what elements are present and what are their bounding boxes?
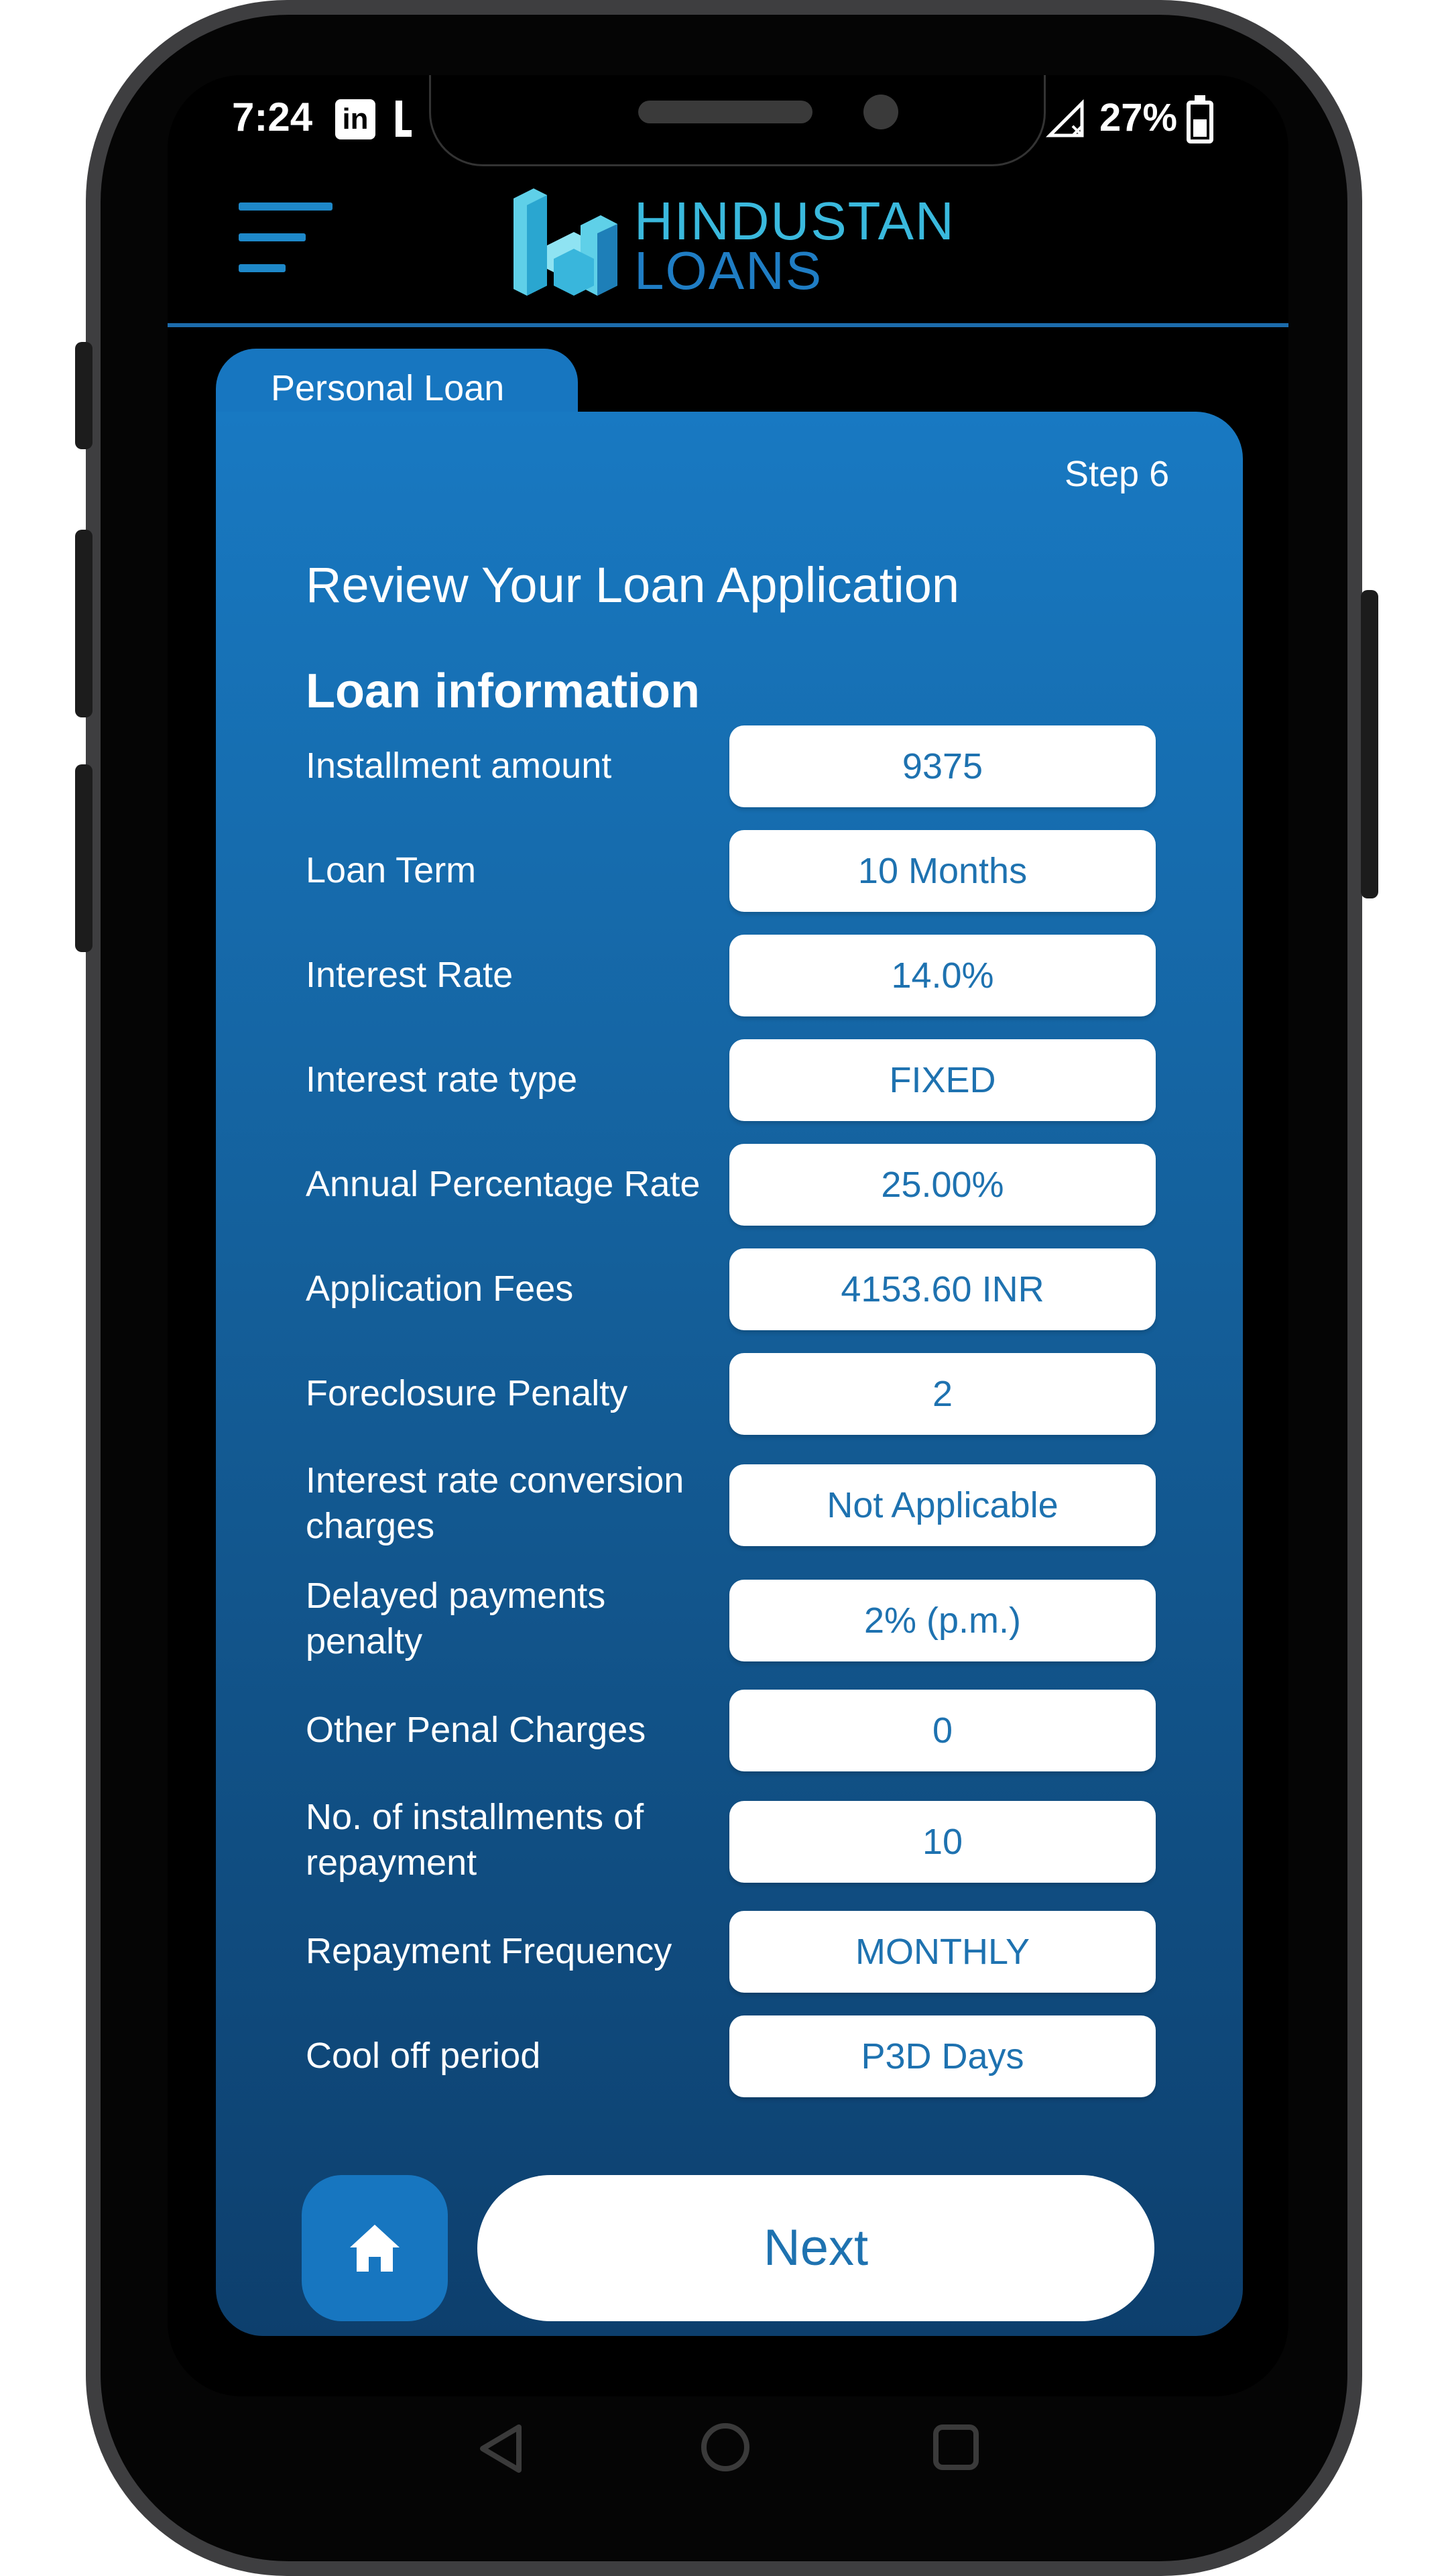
- power-button: [1361, 590, 1378, 898]
- loan-type-label: Personal Loan: [271, 368, 505, 408]
- field-value: 14.0%: [729, 935, 1156, 1016]
- field-value: 2: [729, 1353, 1156, 1435]
- volume-down-button: [75, 764, 93, 952]
- logo-mark: [514, 188, 617, 296]
- side-button: [75, 342, 93, 449]
- notification-icon: [396, 101, 412, 137]
- field-label: Installment amount: [306, 746, 612, 786]
- no-signal-icon: [1046, 99, 1084, 137]
- earpiece-speaker: [638, 101, 812, 123]
- logo-text-primary: HINDUSTAN: [634, 191, 955, 251]
- front-camera: [863, 95, 898, 129]
- menu-icon[interactable]: [239, 202, 333, 278]
- field-value: 2% (p.m.): [729, 1580, 1156, 1661]
- home-icon: [350, 2225, 400, 2272]
- field-label: No. of installments of repayment: [306, 1797, 644, 1883]
- field-label: Annual Percentage Rate: [306, 1164, 701, 1204]
- home-button[interactable]: [302, 2175, 448, 2321]
- field-label: Repayment Frequency: [306, 1931, 672, 1971]
- section-title: Loan information: [306, 664, 700, 718]
- back-icon[interactable]: [475, 2422, 528, 2475]
- page-title: Review Your Loan Application: [306, 557, 960, 613]
- next-button[interactable]: Next: [477, 2175, 1154, 2321]
- home-circle-icon[interactable]: [701, 2423, 749, 2471]
- field-value: P3D Days: [729, 2015, 1156, 2097]
- battery-percentage: 27%: [1099, 96, 1178, 139]
- field-value: MONTHLY: [729, 1911, 1156, 1993]
- status-time: 7:24: [232, 95, 313, 139]
- battery-icon: [1187, 101, 1213, 143]
- field-label: Interest rate conversion charges: [306, 1460, 684, 1546]
- recents-icon[interactable]: [933, 2424, 979, 2470]
- field-value: 9375: [729, 725, 1156, 807]
- field-value: 10: [729, 1801, 1156, 1883]
- volume-up-button: [75, 530, 93, 717]
- header-divider: [168, 323, 1288, 327]
- field-label: Application Fees: [306, 1269, 574, 1309]
- field-label: Cool off period: [306, 2036, 541, 2076]
- field-label: Loan Term: [306, 850, 477, 890]
- field-label: Interest rate type: [306, 1059, 578, 1100]
- field-value: FIXED: [729, 1039, 1156, 1121]
- field-label: Interest Rate: [306, 955, 514, 995]
- field-value: 10 Months: [729, 830, 1156, 912]
- field-value: 0: [729, 1690, 1156, 1771]
- logo-text-secondary: LOANS: [634, 241, 823, 300]
- field-label: Other Penal Charges: [306, 1710, 646, 1750]
- step-indicator: Step 6: [1065, 454, 1170, 494]
- field-value: 4153.60 INR: [729, 1248, 1156, 1330]
- field-label: Foreclosure Penalty: [306, 1373, 628, 1413]
- linkedin-icon: in: [335, 99, 375, 139]
- field-label: Delayed payments penalty: [306, 1576, 606, 1661]
- field-value: Not Applicable: [729, 1464, 1156, 1546]
- field-value: 25.00%: [729, 1144, 1156, 1226]
